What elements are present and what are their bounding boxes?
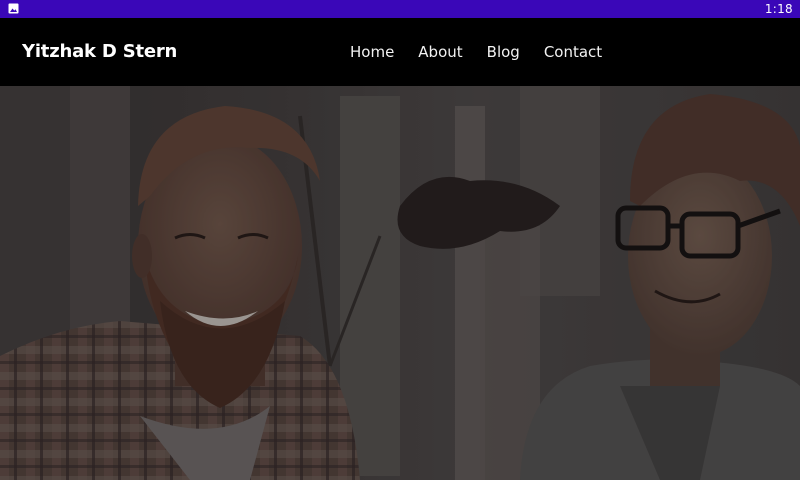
nav-link-blog[interactable]: Blog: [475, 41, 532, 63]
image-icon: [8, 3, 19, 14]
status-time: 1:18: [764, 2, 793, 16]
nav-link-contact[interactable]: Contact: [532, 41, 614, 63]
nav-link-about[interactable]: About: [406, 41, 474, 63]
hero-photo: [0, 86, 800, 480]
hero-banner: [0, 86, 800, 480]
nav-link-home[interactable]: Home: [338, 41, 406, 63]
nav-menu: Home About Blog Contact: [338, 41, 614, 63]
site-brand[interactable]: Yitzhak D Stern: [22, 40, 177, 64]
status-bar: 1:18: [0, 0, 800, 18]
navbar: Yitzhak D Stern Home About Blog Contact: [0, 18, 800, 86]
